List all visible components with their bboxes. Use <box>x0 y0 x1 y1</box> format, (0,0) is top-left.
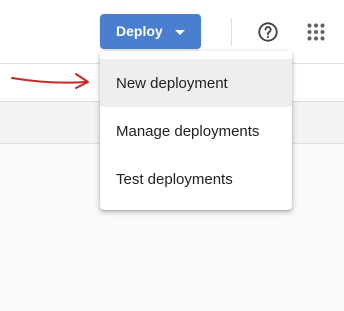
toolbar-divider <box>231 18 232 46</box>
deploy-button-label: Deploy <box>116 23 163 39</box>
app-page: Deploy New deployment Manage deployments… <box>0 0 344 311</box>
menu-item-label: Manage deployments <box>116 122 260 140</box>
help-circle-icon[interactable] <box>257 21 279 43</box>
deploy-dropdown-menu: New deployment Manage deployments Test d… <box>100 51 292 210</box>
apps-grid-icon[interactable] <box>307 23 325 41</box>
red-arrow-icon <box>11 73 89 89</box>
menu-item-test-deployments[interactable]: Test deployments <box>100 155 292 203</box>
menu-item-label: New deployment <box>116 74 228 92</box>
menu-item-new-deployment[interactable]: New deployment <box>100 59 292 107</box>
menu-item-manage-deployments[interactable]: Manage deployments <box>100 107 292 155</box>
deploy-button[interactable]: Deploy <box>100 14 201 49</box>
caret-down-icon <box>175 30 185 35</box>
menu-item-label: Test deployments <box>116 170 233 188</box>
